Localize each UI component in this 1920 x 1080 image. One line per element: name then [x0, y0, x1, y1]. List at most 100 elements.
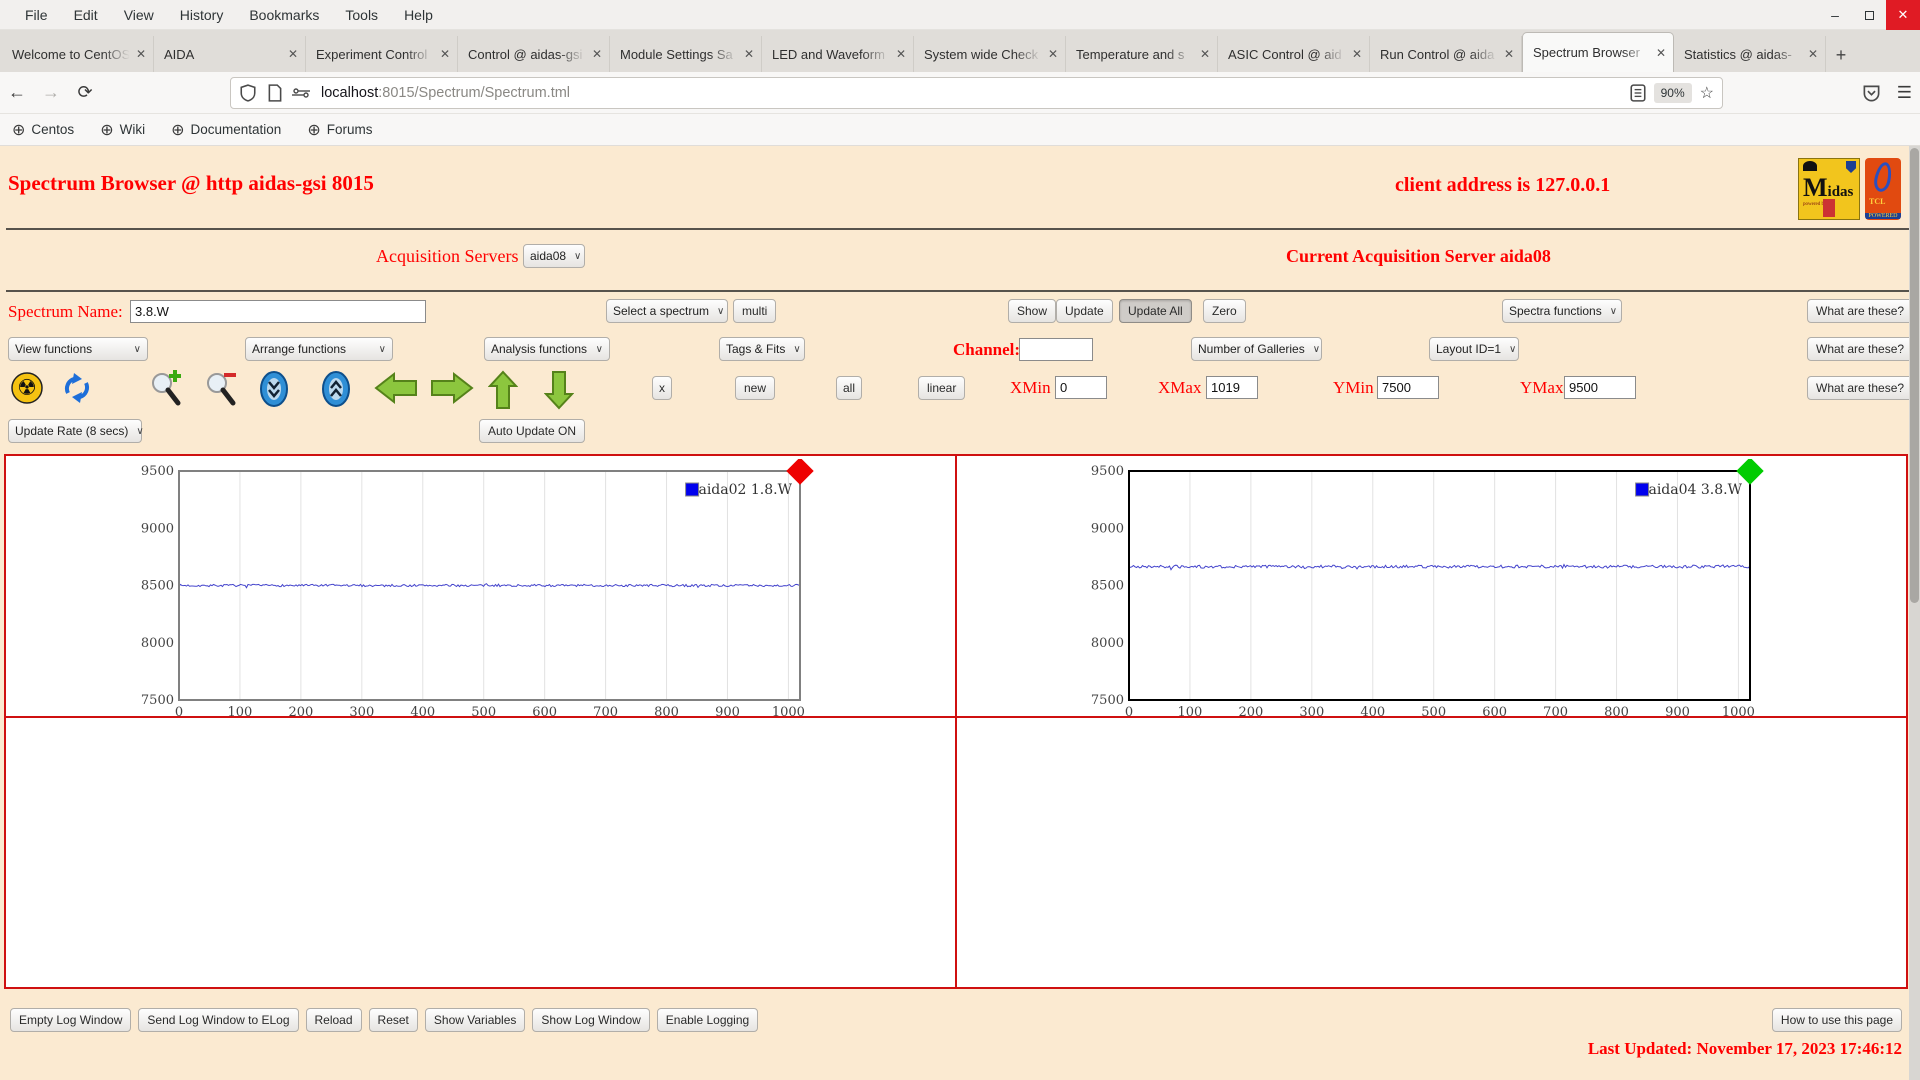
- what-are-these-button-3[interactable]: What are these?: [1807, 376, 1914, 400]
- analysis-functions-dropdown[interactable]: Analysis functions ∨: [484, 337, 610, 361]
- tab-close-icon[interactable]: ✕: [1504, 47, 1514, 61]
- menu-history[interactable]: History: [167, 3, 237, 27]
- zoom-out-icon[interactable]: [202, 370, 238, 408]
- expand-y-icon[interactable]: [258, 370, 290, 408]
- log-button-6[interactable]: Enable Logging: [656, 1008, 759, 1032]
- auto-update-button[interactable]: Auto Update ON: [479, 419, 586, 443]
- tab-close-icon[interactable]: ✕: [1656, 46, 1666, 60]
- bookmark-documentation[interactable]: ⊕ Documentation: [171, 120, 281, 140]
- linear-button[interactable]: linear: [918, 376, 966, 400]
- log-button-3[interactable]: Reset: [368, 1008, 418, 1032]
- permissions-icon[interactable]: [291, 84, 311, 102]
- tab-close-icon[interactable]: ✕: [744, 47, 754, 61]
- ymin-input[interactable]: [1377, 376, 1439, 399]
- tab-7[interactable]: Temperature and s ✕: [1066, 36, 1218, 72]
- how-to-use-button[interactable]: How to use this page: [1771, 1008, 1902, 1032]
- radiation-icon[interactable]: ☢: [10, 370, 44, 406]
- log-button-5[interactable]: Show Log Window: [532, 1008, 650, 1032]
- shield-icon[interactable]: [239, 84, 257, 102]
- show-button[interactable]: Show: [1008, 299, 1057, 323]
- hamburger-menu-icon[interactable]: ☰: [1897, 83, 1912, 103]
- tab-1[interactable]: AIDA ✕: [154, 36, 306, 72]
- bookmark-star-icon[interactable]: ☆: [1700, 83, 1714, 103]
- chart-aida04[interactable]: 7500 8000 8500 9000 9500 0 100 200 300 400 500 600 7…: [1074, 457, 1784, 736]
- tab-11[interactable]: Statistics @ aidas- ✕: [1674, 36, 1826, 72]
- tab-close-icon[interactable]: ✕: [1048, 47, 1058, 61]
- xmax-input[interactable]: [1206, 376, 1258, 399]
- menu-help[interactable]: Help: [391, 3, 446, 27]
- ymax-input[interactable]: [1564, 376, 1636, 399]
- tab-close-icon[interactable]: ✕: [1808, 47, 1818, 61]
- galleries-dropdown[interactable]: Number of Galleries ∨: [1191, 337, 1322, 361]
- tab-5[interactable]: LED and Waveform ✕: [762, 36, 914, 72]
- spectrum-name-input[interactable]: [130, 300, 426, 323]
- what-are-these-button-1[interactable]: What are these?: [1807, 299, 1914, 323]
- menu-view[interactable]: View: [111, 3, 167, 27]
- update-all-button[interactable]: Update All: [1119, 299, 1192, 323]
- menu-bookmarks[interactable]: Bookmarks: [236, 3, 332, 27]
- bookmark-forums[interactable]: ⊕ Forums: [307, 120, 372, 140]
- scrollbar-thumb[interactable]: [1910, 148, 1919, 603]
- tab-10[interactable]: Spectrum Browser ✕: [1522, 32, 1674, 72]
- tab-8[interactable]: ASIC Control @ aid ✕: [1218, 36, 1370, 72]
- contract-y-icon[interactable]: [320, 370, 352, 408]
- close-icon[interactable]: ✕: [1886, 0, 1920, 30]
- tab-close-icon[interactable]: ✕: [1200, 47, 1210, 61]
- what-are-these-button-2[interactable]: What are these?: [1807, 337, 1914, 361]
- update-button[interactable]: Update: [1056, 299, 1113, 323]
- zoom-level-badge[interactable]: 90%: [1653, 83, 1692, 103]
- arrange-functions-dropdown[interactable]: Arrange functions ∨: [245, 337, 393, 361]
- tab-close-icon[interactable]: ✕: [288, 47, 298, 61]
- tab-close-icon[interactable]: ✕: [136, 47, 146, 61]
- new-tab-button[interactable]: +: [1826, 38, 1856, 72]
- update-rate-dropdown[interactable]: Update Rate (8 secs) ∨: [8, 419, 144, 443]
- menu-file[interactable]: File: [12, 3, 61, 27]
- move-right-icon[interactable]: [430, 370, 474, 406]
- tab-close-icon[interactable]: ✕: [440, 47, 450, 61]
- back-icon[interactable]: ←: [0, 82, 34, 103]
- reload-icon[interactable]: ⟳: [68, 82, 102, 103]
- menu-edit[interactable]: Edit: [61, 3, 111, 27]
- chart-aida02[interactable]: 7500 8000 8500 9000 9500 0 100 200 300 400 500 600 7…: [124, 457, 834, 736]
- spectra-functions-dropdown[interactable]: Spectra functions ∨: [1502, 299, 1622, 323]
- menu-tools[interactable]: Tools: [332, 3, 391, 27]
- log-button-2[interactable]: Reload: [305, 1008, 362, 1032]
- log-button-0[interactable]: Empty Log Window: [10, 1008, 132, 1032]
- tab-2[interactable]: Experiment Control ✕: [306, 36, 458, 72]
- channel-input[interactable]: [1019, 338, 1093, 361]
- move-left-icon[interactable]: [374, 370, 418, 406]
- tab-6[interactable]: System wide Check ✕: [914, 36, 1066, 72]
- tab-close-icon[interactable]: ✕: [1352, 47, 1362, 61]
- xmin-input[interactable]: [1055, 376, 1107, 399]
- tab-0[interactable]: Welcome to CentOS ✕: [2, 36, 154, 72]
- reader-mode-icon[interactable]: [1630, 84, 1646, 102]
- x-axis-button[interactable]: x: [652, 376, 672, 400]
- tab-close-icon[interactable]: ✕: [592, 47, 602, 61]
- scrollbar[interactable]: [1909, 146, 1920, 1080]
- all-button[interactable]: all: [836, 376, 863, 400]
- minimize-icon[interactable]: –: [1818, 0, 1852, 30]
- bookmark-wiki[interactable]: ⊕ Wiki: [100, 120, 145, 140]
- zero-button[interactable]: Zero: [1203, 299, 1246, 323]
- move-up-icon[interactable]: [488, 370, 518, 410]
- tab-4[interactable]: Module Settings Sa ✕: [610, 36, 762, 72]
- url-text[interactable]: localhost:8015/Spectrum/Spectrum.tml: [321, 85, 1630, 101]
- maximize-icon[interactable]: [1852, 0, 1886, 30]
- tab-3[interactable]: Control @ aidas-gsi ✕: [458, 36, 610, 72]
- move-down-icon[interactable]: [544, 370, 574, 410]
- new-button[interactable]: new: [735, 376, 776, 400]
- multi-button[interactable]: multi: [733, 299, 777, 323]
- pocket-icon[interactable]: [1862, 84, 1881, 103]
- url-bar[interactable]: localhost:8015/Spectrum/Spectrum.tml 90%…: [230, 77, 1723, 109]
- log-button-4[interactable]: Show Variables: [424, 1008, 526, 1032]
- log-button-1[interactable]: Send Log Window to ELog: [138, 1008, 299, 1032]
- tab-close-icon[interactable]: ✕: [896, 47, 906, 61]
- forward-icon[interactable]: →: [34, 82, 68, 103]
- view-functions-dropdown[interactable]: View functions ∨: [8, 337, 148, 361]
- page-info-icon[interactable]: [267, 84, 283, 102]
- select-spectrum-dropdown[interactable]: Select a spectrum ∨: [606, 299, 728, 323]
- bookmark-centos[interactable]: ⊕ Centos: [12, 120, 74, 140]
- acquisition-server-select[interactable]: aida08 ∨: [523, 244, 585, 268]
- zoom-in-icon[interactable]: [147, 370, 183, 408]
- tags-fits-dropdown[interactable]: Tags & Fits ∨: [719, 337, 805, 361]
